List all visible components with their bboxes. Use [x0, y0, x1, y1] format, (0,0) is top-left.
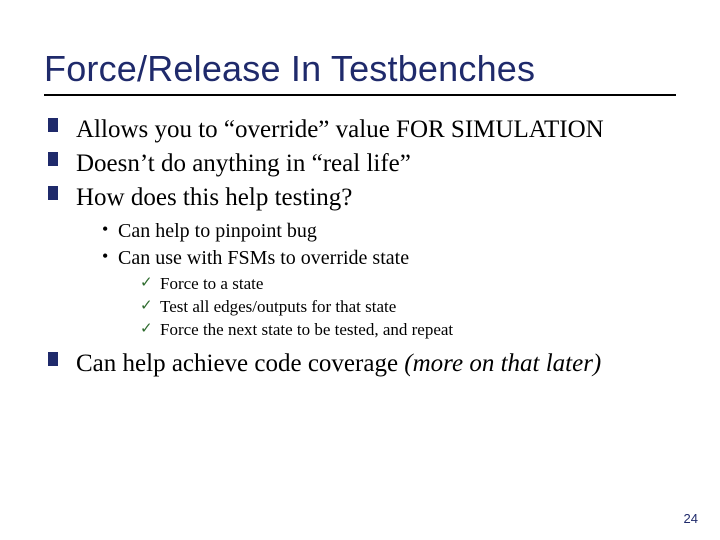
check-list: Force to a state Test all edges/outputs …: [118, 273, 676, 342]
check-item: Test all edges/outputs for that state: [140, 296, 676, 319]
bullet-text: Can help achieve code coverage: [76, 350, 404, 377]
sub-bullet-list: Can help to pinpoint bug Can use with FS…: [76, 218, 676, 342]
bullet-list: Allows you to “override” value FOR SIMUL…: [44, 114, 676, 380]
bullet-item: Can help achieve code coverage (more on …: [48, 348, 676, 380]
bullet-item: How does this help testing? Can help to …: [48, 182, 676, 342]
bullet-text: How does this help testing?: [76, 184, 352, 211]
sub-bullet-text: Can use with FSMs to override state: [118, 247, 409, 269]
bullet-item: Doesn’t do anything in “real life”: [48, 148, 676, 180]
bullet-text-italic: (more on that later): [404, 350, 601, 377]
sub-bullet-item: Can help to pinpoint bug: [102, 218, 676, 244]
bullet-item: Allows you to “override” value FOR SIMUL…: [48, 114, 676, 146]
slide-title: Force/Release In Testbenches: [44, 48, 676, 90]
title-underline: [44, 94, 676, 96]
slide: Force/Release In Testbenches Allows you …: [0, 0, 720, 540]
sub-bullet-item: Can use with FSMs to override state Forc…: [102, 245, 676, 342]
check-item: Force the next state to be tested, and r…: [140, 319, 676, 342]
page-number: 24: [684, 511, 698, 526]
check-item: Force to a state: [140, 273, 676, 296]
